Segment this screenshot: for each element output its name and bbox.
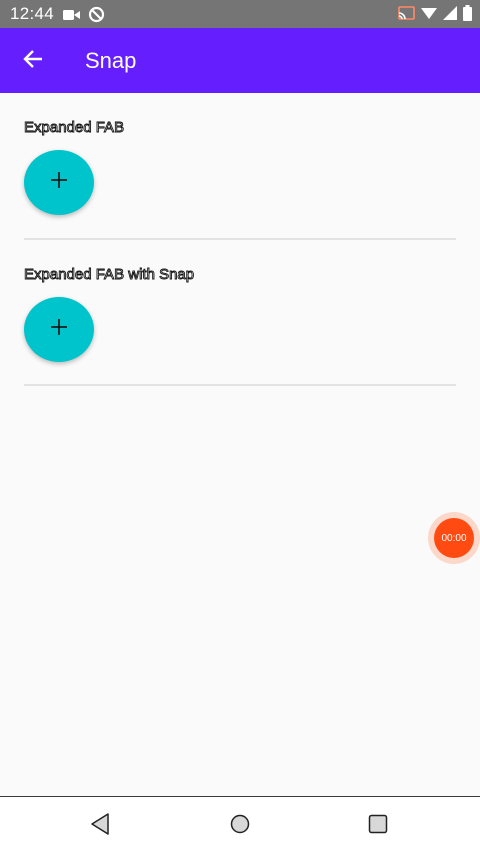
circle-home-icon: [230, 814, 250, 839]
triangle-back-icon: [90, 812, 110, 840]
app-bar: Snap: [0, 28, 480, 93]
status-bar: 12:44: [0, 0, 480, 28]
section-title-expanded-fab: Expanded FAB: [24, 119, 125, 137]
arrow-back-icon: [22, 48, 44, 75]
nav-home-button[interactable]: [225, 811, 255, 841]
section-title-expanded-fab-snap: Expanded FAB with Snap: [24, 266, 195, 284]
divider: [24, 384, 456, 386]
plus-icon: [50, 171, 68, 194]
nav-recents-button[interactable]: [363, 811, 393, 841]
video-camera-icon: [63, 8, 80, 26]
expanded-fab-snap-button[interactable]: [24, 297, 94, 362]
cell-signal-icon: [443, 6, 457, 25]
screen-record-bubble[interactable]: 00:00: [428, 512, 480, 564]
system-nav-bar: [0, 796, 480, 853]
page-title: Snap: [85, 48, 137, 73]
cast-icon: [398, 6, 415, 25]
no-sync-icon: [88, 6, 105, 28]
square-recents-icon: [368, 814, 388, 839]
back-button[interactable]: [14, 42, 52, 80]
wifi-icon: [421, 6, 437, 25]
battery-icon: [463, 5, 472, 26]
nav-back-button[interactable]: [85, 811, 115, 841]
divider: [24, 238, 456, 240]
record-timer: 00:00: [434, 518, 474, 558]
status-time: 12:44: [10, 4, 55, 23]
plus-icon: [50, 318, 68, 341]
expanded-fab-button[interactable]: [24, 150, 94, 215]
